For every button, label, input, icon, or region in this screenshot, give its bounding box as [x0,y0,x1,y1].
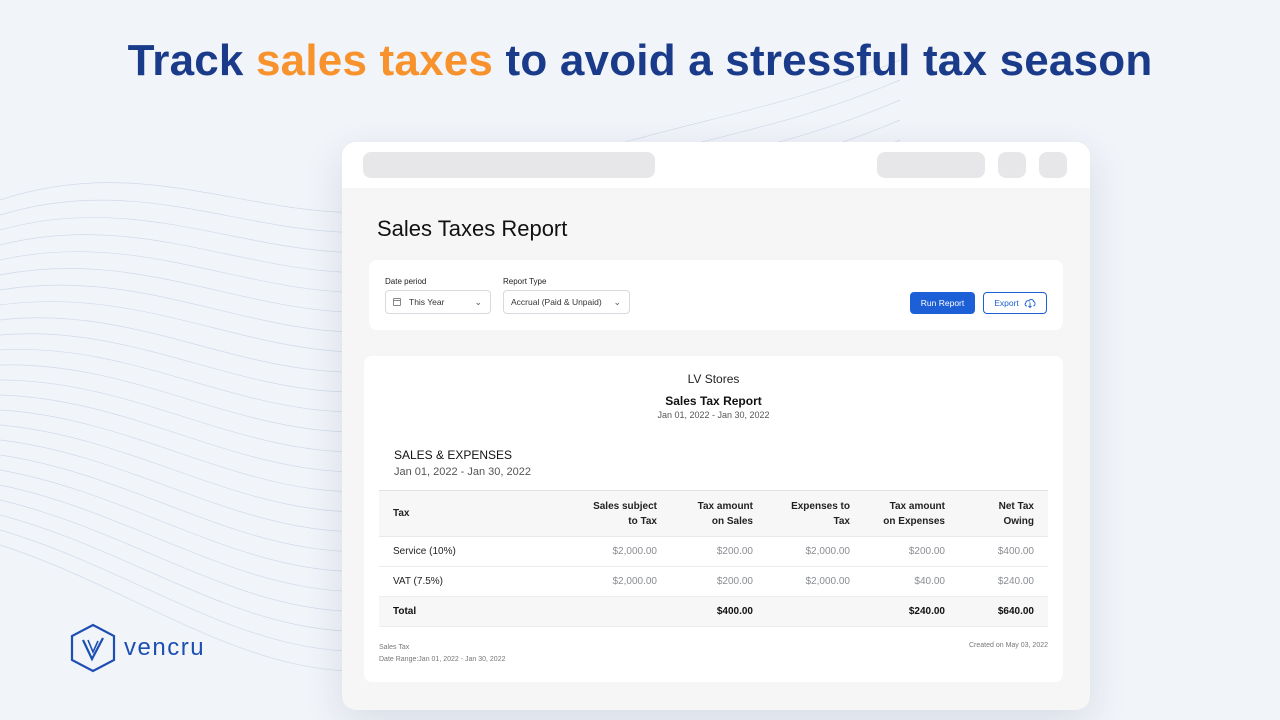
app-window: Sales Taxes Report Date period This Year… [342,142,1090,710]
cell-total-net: $640.00 [959,596,1048,627]
report-footer-left: Sales Tax Date Range:Jan 01, 2022 - Jan … [379,642,505,666]
chevron-down-icon: ⌄ [474,297,482,307]
page-title: Sales Taxes Report [377,216,568,241]
export-label: Export [994,298,1019,308]
report-card: LV Stores Sales Tax Report Jan 01, 2022 … [364,356,1063,682]
report-type-value: Accrual (Paid & Unpaid) [511,297,602,307]
headline-part1: Track [127,36,257,85]
report-filters: Date period This Year ⌄ Report Type Accr… [369,260,1063,330]
col-sales-subject-to-tax: Sales subject to Tax [549,490,671,537]
cell-total-sales [549,596,671,627]
section-title: SALES & EXPENSES [394,448,513,462]
headline-part2: to avoid a stressful tax season [493,36,1153,85]
cell-total-expenses [767,596,864,627]
vencru-logo: vencru [70,623,205,673]
chevron-down-icon: ⌄ [613,297,621,307]
table-total-row: Total $400.00 $240.00 $640.00 [379,596,1048,627]
cell-tax: Service (10%) [379,536,549,567]
brand-name: vencru [124,634,206,661]
cell-tax-expenses: $200.00 [864,536,959,567]
cell-expenses: $2,000.00 [767,536,864,567]
footer-report-name: Sales Tax [379,644,410,651]
table-row: VAT (7.5%) $2,000.00 $200.00 $2,000.00 $… [379,566,1048,597]
col-tax-on-sales: Tax amount on Sales [671,490,767,537]
table-row: Service (10%) $2,000.00 $200.00 $2,000.0… [379,536,1048,567]
hexagon-v-icon [70,623,116,673]
toolbar-button-placeholder [1039,152,1067,178]
report-title: Sales Tax Report [665,394,762,408]
cell-total-tax-expenses: $240.00 [864,596,959,627]
cloud-download-icon [1024,299,1036,308]
cell-sales: $2,000.00 [549,536,671,567]
report-type-select[interactable]: Accrual (Paid & Unpaid) ⌄ [503,290,630,314]
calendar-icon [393,298,401,306]
report-type-label: Report Type [503,277,547,286]
col-tax: Tax [379,490,549,537]
date-period-select[interactable]: This Year ⌄ [385,290,491,314]
section-date-range: Jan 01, 2022 - Jan 30, 2022 [394,466,531,478]
cell-expenses: $2,000.00 [767,566,864,597]
date-period-value: This Year [409,297,445,307]
cell-total-tax-sales: $400.00 [671,596,767,627]
export-button[interactable]: Export [983,292,1047,314]
footer-created-on: Created on May 03, 2022 [969,642,1048,649]
col-expenses-to-tax: Expenses to Tax [767,490,864,537]
run-report-button[interactable]: Run Report [910,292,975,314]
cell-total-label: Total [379,596,549,627]
cell-net: $240.00 [959,566,1048,597]
cell-sales: $2,000.00 [549,566,671,597]
cell-tax-sales: $200.00 [671,566,767,597]
company-name: LV Stores [687,372,740,386]
cell-tax-sales: $200.00 [671,536,767,567]
toolbar-placeholder [877,152,985,178]
headline: Track sales taxes to avoid a stressful t… [0,36,1280,86]
footer-date-range: Date Range:Jan 01, 2022 - Jan 30, 2022 [379,656,506,663]
cell-tax-expenses: $40.00 [864,566,959,597]
cell-net: $400.00 [959,536,1048,567]
date-period-label: Date period [385,277,427,286]
table-header-row: Tax Sales subject to Tax Tax amount on Sal… [379,490,1048,537]
col-net-tax-owing: Net Tax Owing [959,490,1048,537]
address-bar-placeholder [363,152,655,178]
window-top-bar [342,142,1090,188]
report-date-range: Jan 01, 2022 - Jan 30, 2022 [657,410,770,420]
sales-tax-table: Tax Sales subject to Tax Tax amount on Sal… [379,490,1048,627]
cell-tax: VAT (7.5%) [379,566,549,597]
headline-accent: sales taxes [256,36,494,85]
toolbar-button-placeholder [998,152,1026,178]
col-tax-on-expenses: Tax amount on Expenses [864,490,959,537]
